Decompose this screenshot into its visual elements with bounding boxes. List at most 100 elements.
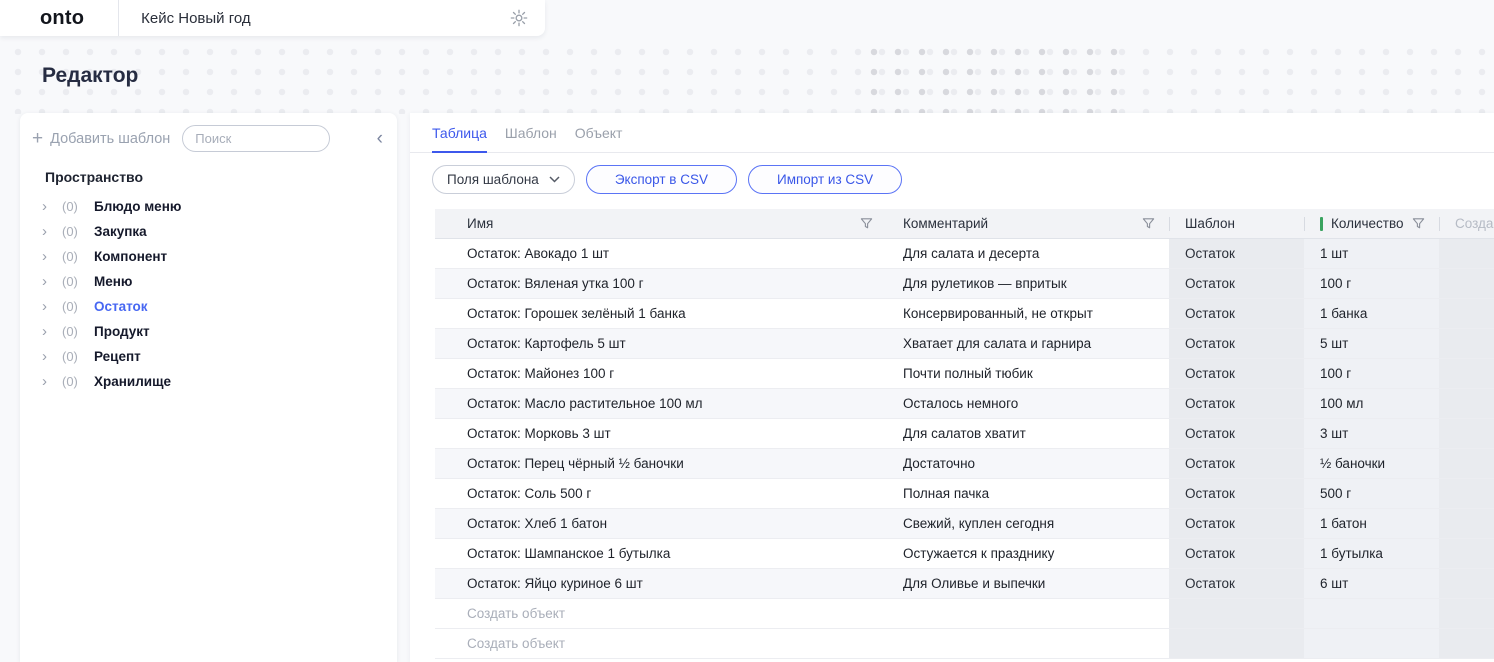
sidebar-item-zakupka[interactable]: › (0) Закупка [20,219,397,244]
cell-created[interactable] [1439,419,1494,448]
chevron-right-icon[interactable]: › [42,199,62,214]
cell-comment[interactable]: Для салата и десерта [887,239,1169,268]
create-object-button[interactable]: Создать объект [435,629,887,658]
cell-template[interactable]: Остаток [1169,539,1304,568]
cell-created[interactable] [1439,479,1494,508]
chevron-right-icon[interactable]: › [42,299,62,314]
cell-template[interactable]: Остаток [1169,329,1304,358]
cell-comment[interactable]: Для рулетиков — впритык [887,269,1169,298]
filter-icon[interactable] [1412,217,1425,230]
sidebar-item-komponent[interactable]: › (0) Компонент [20,244,397,269]
cell-quantity[interactable]: 100 г [1304,359,1439,388]
cell-name[interactable]: Остаток: Яйцо куриное 6 шт [435,569,887,598]
column-header-name[interactable]: Имя [435,209,887,238]
cell-comment[interactable]: Почти полный тюбик [887,359,1169,388]
cell-created[interactable] [1439,389,1494,418]
tab-template[interactable]: Шаблон [505,125,557,152]
cell-template[interactable]: Остаток [1169,359,1304,388]
cell-created[interactable] [1439,299,1494,328]
export-csv-button[interactable]: Экспорт в CSV [585,165,737,194]
sidebar-item-menyu[interactable]: › (0) Меню [20,269,397,294]
cell-created[interactable] [1439,359,1494,388]
cell-comment[interactable]: Достаточно [887,449,1169,478]
cell-template[interactable]: Остаток [1169,449,1304,478]
chevron-right-icon[interactable]: › [42,349,62,364]
tab-object[interactable]: Объект [575,125,623,152]
cell-created[interactable] [1439,239,1494,268]
cell-template[interactable]: Остаток [1169,419,1304,448]
import-csv-button[interactable]: Импорт из CSV [747,165,903,194]
column-header-template[interactable]: Шаблон [1169,209,1304,238]
sidebar-item-retsept[interactable]: › (0) Рецепт [20,344,397,369]
cell-created[interactable] [1439,329,1494,358]
cell-template[interactable]: Остаток [1169,269,1304,298]
cell-created[interactable] [1439,449,1494,478]
cell-comment[interactable]: Остужается к празднику [887,539,1169,568]
chevron-right-icon[interactable]: › [42,249,62,264]
cell-comment[interactable]: Хватает для салата и гарнира [887,329,1169,358]
cell-quantity[interactable]: 5 шт [1304,329,1439,358]
cell-comment[interactable]: Свежий, куплен сегодня [887,509,1169,538]
cell-quantity[interactable]: 1 банка [1304,299,1439,328]
settings-gear-icon[interactable] [509,8,529,28]
cell-name[interactable]: Остаток: Морковь 3 шт [435,419,887,448]
template-fields-button[interactable]: Поля шаблона [432,165,575,194]
cell-comment[interactable]: Полная пачка [887,479,1169,508]
sidebar-item-blyudo-menyu[interactable]: › (0) Блюдо меню [20,194,397,219]
cell-quantity[interactable]: 100 мл [1304,389,1439,418]
chevron-right-icon[interactable]: › [42,374,62,389]
cell-quantity[interactable]: 1 бутылка [1304,539,1439,568]
cell-created[interactable] [1439,269,1494,298]
cell-created[interactable] [1439,509,1494,538]
page-title: Редактор [42,64,139,87]
sidebar-item-ostatok[interactable]: › (0) Остаток [20,294,397,319]
cell-quantity[interactable]: ½ баночки [1304,449,1439,478]
cell-comment[interactable]: Осталось немного [887,389,1169,418]
cell-name[interactable]: Остаток: Картофель 5 шт [435,329,887,358]
create-object-button[interactable]: Создать объект [435,599,887,628]
workspace-title: Кейс Новый год [141,9,251,27]
cell-created[interactable] [1439,539,1494,568]
app-logo[interactable]: onto [40,7,84,30]
cell-template[interactable]: Остаток [1169,239,1304,268]
tab-table[interactable]: Таблица [432,125,487,153]
cell-name[interactable]: Остаток: Авокадо 1 шт [435,239,887,268]
cell-comment[interactable]: Для салатов хватит [887,419,1169,448]
chevron-right-icon[interactable]: › [42,274,62,289]
cell-template[interactable]: Остаток [1169,479,1304,508]
cell-quantity[interactable]: 500 г [1304,479,1439,508]
sidebar-item-khranilishche[interactable]: › (0) Хранилище [20,369,397,394]
column-header-quantity[interactable]: Количество [1304,209,1439,238]
cell-comment[interactable]: Консервированный, не открыт [887,299,1169,328]
search-input[interactable] [182,125,331,152]
collapse-sidebar-icon[interactable]: ‹ [377,129,383,148]
cell-name[interactable]: Остаток: Горошек зелёный 1 банка [435,299,887,328]
cell-quantity[interactable]: 6 шт [1304,569,1439,598]
cell-name[interactable]: Остаток: Хлеб 1 батон [435,509,887,538]
column-header-comment[interactable]: Комментарий [887,209,1169,238]
column-header-created[interactable]: Созда [1439,209,1494,238]
filter-icon[interactable] [1142,217,1155,230]
item-label: Остаток [94,299,148,314]
chevron-right-icon[interactable]: › [42,324,62,339]
add-template-button[interactable]: + Добавить шаблон [32,129,170,148]
cell-template[interactable]: Остаток [1169,569,1304,598]
cell-template[interactable]: Остаток [1169,509,1304,538]
cell-template[interactable]: Остаток [1169,389,1304,418]
filter-icon[interactable] [860,217,873,230]
cell-comment[interactable]: Для Оливье и выпечки [887,569,1169,598]
cell-quantity[interactable]: 1 батон [1304,509,1439,538]
cell-created[interactable] [1439,569,1494,598]
cell-name[interactable]: Остаток: Соль 500 г [435,479,887,508]
cell-quantity[interactable]: 3 шт [1304,419,1439,448]
cell-name[interactable]: Остаток: Вяленая утка 100 г [435,269,887,298]
cell-quantity[interactable]: 1 шт [1304,239,1439,268]
sidebar-item-produkt[interactable]: › (0) Продукт [20,319,397,344]
chevron-right-icon[interactable]: › [42,224,62,239]
cell-name[interactable]: Остаток: Шампанское 1 бутылка [435,539,887,568]
cell-name[interactable]: Остаток: Майонез 100 г [435,359,887,388]
cell-name[interactable]: Остаток: Перец чёрный ½ баночки [435,449,887,478]
cell-quantity[interactable]: 100 г [1304,269,1439,298]
cell-name[interactable]: Остаток: Масло растительное 100 мл [435,389,887,418]
cell-template[interactable]: Остаток [1169,299,1304,328]
